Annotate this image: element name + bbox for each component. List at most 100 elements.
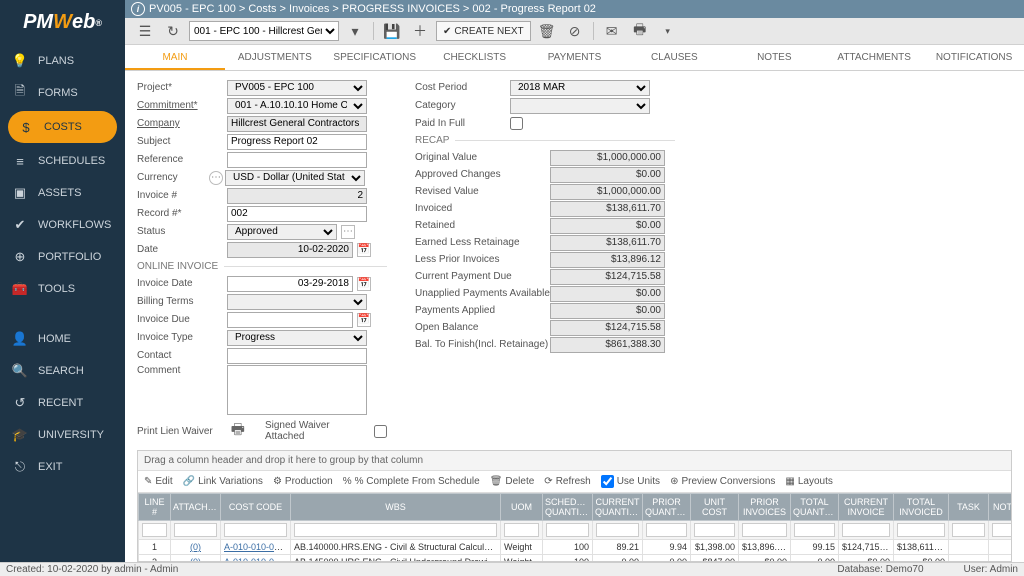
- layouts-button[interactable]: ▦ Layouts: [785, 476, 832, 487]
- history-icon[interactable]: ↻: [161, 20, 185, 42]
- invoice-type-select[interactable]: Progress: [227, 330, 367, 346]
- use-units-checkbox[interactable]: Use Units: [601, 475, 660, 488]
- filter-input[interactable]: [546, 523, 589, 537]
- filter-input[interactable]: [294, 523, 497, 537]
- col-header[interactable]: PRIOR QUANTITY: [643, 494, 691, 521]
- currency-options-icon[interactable]: ⋯: [209, 171, 223, 185]
- nav-forms[interactable]: 🗎FORMS: [0, 77, 125, 109]
- save-icon[interactable]: 💾: [380, 20, 404, 42]
- col-header[interactable]: PRIOR INVOICES: [739, 494, 791, 521]
- filter-input[interactable]: [142, 523, 167, 537]
- date-calendar-icon[interactable]: 📅: [357, 243, 371, 257]
- filter-input[interactable]: [842, 523, 890, 537]
- billing-terms-select[interactable]: [227, 294, 367, 310]
- nav-university[interactable]: 🎓UNIVERSITY: [0, 419, 125, 451]
- delete-icon[interactable]: 🗑: [535, 20, 559, 42]
- currency-select[interactable]: USD - Dollar (United States of America): [225, 170, 365, 186]
- col-header[interactable]: SCHEDULED QUANTITY: [543, 494, 593, 521]
- filter-input[interactable]: [742, 523, 787, 537]
- costcode-link[interactable]: A-010-010-0010: [224, 542, 289, 552]
- col-header[interactable]: UOM: [501, 494, 543, 521]
- tab-adjustments[interactable]: ADJUSTMENTS: [225, 45, 325, 70]
- comment-textarea[interactable]: [227, 365, 367, 415]
- col-header[interactable]: TASK: [949, 494, 989, 521]
- nav-recent[interactable]: ↺RECENT: [0, 387, 125, 419]
- print-icon[interactable]: 🖶: [628, 20, 652, 42]
- project-select[interactable]: PV005 - EPC 100: [227, 80, 367, 96]
- tab-payments[interactable]: PAYMENTS: [525, 45, 625, 70]
- filter-input[interactable]: [694, 523, 735, 537]
- print-icon[interactable]: 🖶: [231, 419, 245, 444]
- cancel-icon[interactable]: ⊘: [563, 20, 587, 42]
- nav-plans[interactable]: 💡PLANS: [0, 45, 125, 77]
- production-button[interactable]: ⚙ Production: [273, 476, 333, 487]
- company-input[interactable]: [227, 116, 367, 132]
- col-header[interactable]: TOTAL QUANTITY: [791, 494, 839, 521]
- signed-waiver-checkbox[interactable]: [374, 425, 387, 438]
- reference-input[interactable]: [227, 152, 367, 168]
- date-input[interactable]: [227, 242, 353, 258]
- nav-costs[interactable]: $COSTS: [8, 111, 117, 143]
- tab-checklists[interactable]: CHECKLISTS: [425, 45, 525, 70]
- attachments-link[interactable]: (0): [190, 542, 201, 552]
- filter-input[interactable]: [224, 523, 287, 537]
- nav-schedules[interactable]: ≡SCHEDULES: [0, 145, 125, 177]
- filter-input[interactable]: [794, 523, 835, 537]
- refresh-button[interactable]: ⟳ Refresh: [544, 476, 590, 487]
- filter-input[interactable]: [504, 523, 539, 537]
- invoice-no-input[interactable]: [227, 188, 367, 204]
- tab-main[interactable]: MAIN: [125, 45, 225, 70]
- contact-input[interactable]: [227, 348, 367, 364]
- invoice-date-input[interactable]: [227, 276, 353, 292]
- link-variations-button[interactable]: 🔗 Link Variations: [183, 476, 263, 487]
- filter-input[interactable]: [646, 523, 687, 537]
- filter-input[interactable]: [897, 523, 945, 537]
- category-select[interactable]: [510, 98, 650, 114]
- nav-home[interactable]: 👤HOME: [0, 323, 125, 355]
- nav-assets[interactable]: ▣ASSETS: [0, 177, 125, 209]
- nav-workflows[interactable]: ✔WORKFLOWS: [0, 209, 125, 241]
- tab-notifications[interactable]: NOTIFICATIONS: [924, 45, 1024, 70]
- status-options-icon[interactable]: ⋯: [341, 225, 355, 239]
- filter-input[interactable]: [952, 523, 985, 537]
- info-icon[interactable]: i: [131, 2, 145, 16]
- tab-attachments[interactable]: ATTACHMENTS: [824, 45, 924, 70]
- commitment-select[interactable]: 001 - A.10.10.10 Home Office Engineer: [227, 98, 367, 114]
- invoice-date-calendar-icon[interactable]: 📅: [357, 277, 371, 291]
- complete-schedule-button[interactable]: % % Complete From Schedule: [343, 476, 480, 487]
- invoice-due-calendar-icon[interactable]: 📅: [357, 313, 371, 327]
- invoice-due-input[interactable]: [227, 312, 353, 328]
- tab-clauses[interactable]: CLAUSES: [624, 45, 724, 70]
- table-row[interactable]: 1(0)A-010-010-0010AB.140000.HRS.ENG - Ci…: [139, 540, 1013, 555]
- mail-icon[interactable]: ✉: [600, 20, 624, 42]
- filter-input[interactable]: [992, 523, 1012, 537]
- create-next-button[interactable]: ✔ CREATE NEXT: [436, 21, 531, 41]
- paid-in-full-checkbox[interactable]: [510, 117, 523, 130]
- nav-tools[interactable]: 🧰TOOLS: [0, 273, 125, 305]
- subject-input[interactable]: [227, 134, 367, 150]
- tab-notes[interactable]: NOTES: [724, 45, 824, 70]
- dropdown-icon[interactable]: ▾: [343, 20, 367, 42]
- record-selector[interactable]: 001 - EPC 100 - Hillcrest General Con: [189, 21, 339, 41]
- col-header[interactable]: CURRENT QUANTITY: [593, 494, 643, 521]
- add-icon[interactable]: ＋: [408, 20, 432, 42]
- group-hint[interactable]: Drag a column header and drop it here to…: [138, 451, 1011, 471]
- col-header[interactable]: CURRENT INVOICE: [839, 494, 894, 521]
- cost-period-select[interactable]: 2018 MAR: [510, 80, 650, 96]
- col-header[interactable]: WBS: [291, 494, 501, 521]
- status-select[interactable]: Approved: [227, 224, 337, 240]
- nav-portfolio[interactable]: ⊕PORTFOLIO: [0, 241, 125, 273]
- col-header[interactable]: LINE #: [139, 494, 171, 521]
- col-header[interactable]: COST CODE: [221, 494, 291, 521]
- col-header[interactable]: UNIT COST: [691, 494, 739, 521]
- list-icon[interactable]: ☰: [133, 20, 157, 42]
- delete-button[interactable]: 🗑 Delete: [490, 476, 535, 487]
- record-no-input[interactable]: [227, 206, 367, 222]
- col-header[interactable]: NOTES: [989, 494, 1013, 521]
- nav-exit[interactable]: ⎋EXIT: [0, 451, 125, 483]
- col-header[interactable]: TOTAL INVOICED: [894, 494, 949, 521]
- tab-specifications[interactable]: SPECIFICATIONS: [325, 45, 425, 70]
- preview-conversions-button[interactable]: ⊛ Preview Conversions: [670, 476, 775, 487]
- edit-button[interactable]: ✎ Edit: [144, 476, 173, 487]
- table-row[interactable]: 2(0)A-010-010-0010AB.145000.HRS.ENG - Ci…: [139, 555, 1013, 563]
